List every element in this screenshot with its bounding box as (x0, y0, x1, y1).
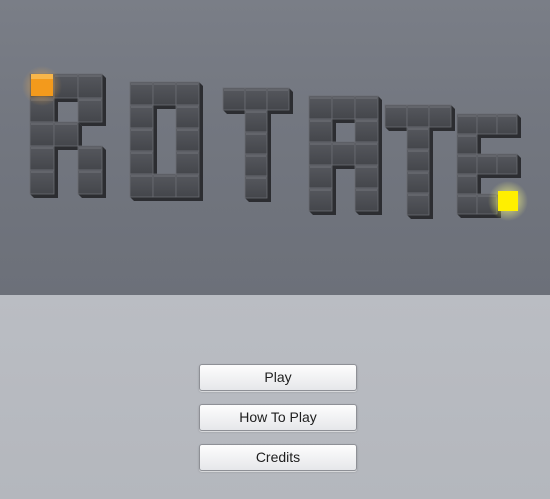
title-letter-t-second (384, 104, 455, 219)
credits-button[interactable]: Credits (199, 444, 357, 471)
title-letter-a (308, 95, 382, 215)
title-letter-o (129, 81, 203, 201)
main-menu: Play How To Play Credits (199, 364, 357, 484)
yellow-goal-cube-icon (488, 181, 528, 221)
play-button[interactable]: Play (199, 364, 357, 391)
rotate-title-logo (22, 66, 528, 221)
how-to-play-button[interactable]: How To Play (199, 404, 357, 431)
title-letter-t (222, 87, 293, 202)
orange-start-cube-icon (22, 66, 62, 106)
